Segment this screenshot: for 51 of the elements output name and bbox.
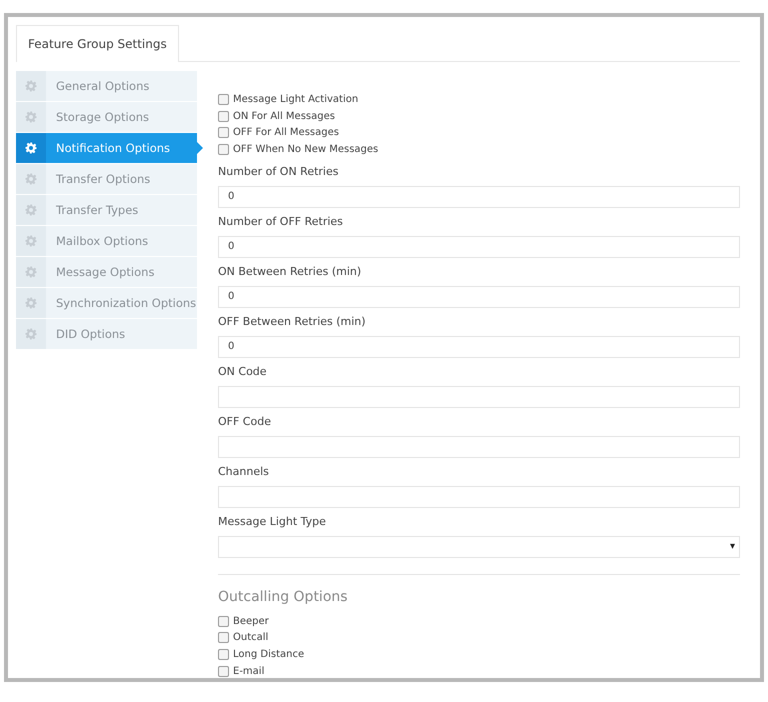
gear-icon [25, 111, 37, 123]
field-label: ON Code [218, 364, 268, 380]
input-field[interactable]: 0 [218, 236, 740, 258]
sidebar-item[interactable]: Mailbox Options [16, 226, 197, 257]
checkbox-label: E-mail [233, 666, 264, 677]
checkbox-label: Long Distance [233, 648, 304, 660]
gear-icon [25, 266, 37, 278]
checkbox[interactable] [218, 616, 229, 627]
field-label: Channels [218, 464, 270, 480]
checkbox[interactable] [218, 666, 229, 677]
gear-icon [25, 204, 37, 216]
section-heading: Outcalling Options [218, 588, 349, 605]
checkbox-label: OFF When No New Messages [233, 144, 378, 155]
dropdown-field[interactable]: ▾ [218, 536, 740, 558]
gear-icon [25, 80, 37, 92]
checkbox-label: Message Light Activation [233, 94, 358, 105]
checkbox[interactable] [218, 648, 229, 660]
sidebar-item[interactable]: Storage Options [16, 102, 197, 133]
input-field[interactable]: 0 [218, 336, 740, 358]
gear-icon [25, 142, 37, 154]
checkbox-label: Beeper [233, 616, 269, 627]
sidebar-item[interactable]: Message Options [16, 257, 197, 288]
gear-icon [25, 173, 37, 185]
checkbox[interactable] [218, 127, 229, 138]
checkbox[interactable] [218, 110, 229, 122]
gear-icon [25, 328, 37, 340]
checkbox[interactable] [218, 144, 229, 155]
sidebar-item[interactable]: Synchronization Options [16, 288, 197, 319]
input-field[interactable]: 0 [218, 286, 740, 308]
gear-icon [25, 235, 37, 247]
input-field[interactable]: 0 [218, 186, 740, 208]
field-label: OFF Code [218, 414, 272, 430]
checkbox-label: OFF For All Messages [233, 127, 339, 138]
input-field[interactable] [218, 386, 740, 408]
settings-tab[interactable]: Feature Group Settings [16, 25, 179, 62]
field-label: Number of OFF Retries [218, 214, 344, 230]
checkbox-label: ON For All Messages [233, 110, 335, 122]
input-field[interactable] [218, 486, 740, 508]
sidebar-item[interactable]: Transfer Types [16, 195, 197, 226]
gear-icon [25, 297, 37, 309]
field-label: Number of ON Retries [218, 164, 340, 180]
checkbox[interactable] [218, 94, 229, 105]
checkbox[interactable] [218, 632, 229, 644]
input-field[interactable] [218, 436, 740, 458]
sidebar-item[interactable]: DID Options [16, 319, 197, 350]
sidebar-item[interactable]: General Options [16, 71, 197, 102]
checkbox-label: Outcall [233, 632, 268, 644]
sidebar-item[interactable]: Transfer Options [16, 164, 197, 195]
field-label: ON Between Retries (min) [218, 264, 362, 280]
field-label: Message Light Type [218, 514, 327, 530]
field-label: OFF Between Retries (min) [218, 314, 367, 330]
